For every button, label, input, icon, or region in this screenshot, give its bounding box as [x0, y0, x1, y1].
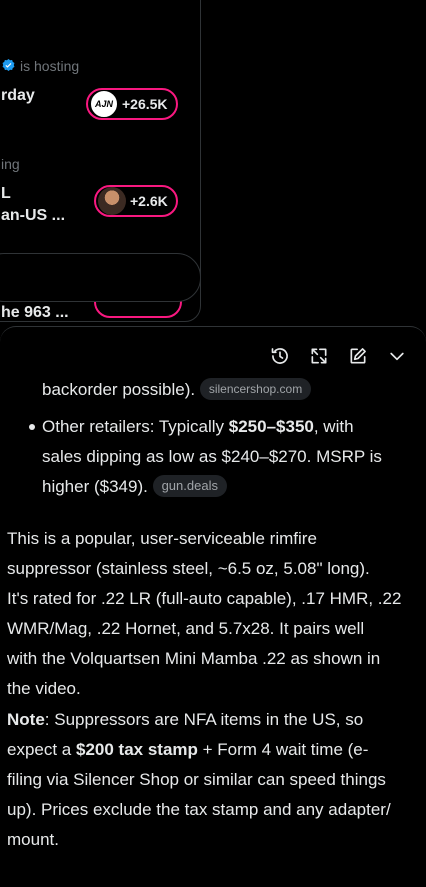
bullet-text-line: sales dipping as low as $240–$270. MSRP …: [42, 447, 382, 466]
collapse-button[interactable]: [386, 345, 408, 367]
space-title[interactable]: an-US ...: [1, 206, 65, 226]
listener-count: +26.5K: [122, 96, 168, 112]
note-text: + Form 4 wait time (e-: [197, 740, 369, 759]
history-icon: [271, 348, 288, 364]
listener-count: +2.6K: [130, 193, 168, 209]
paragraph-line: suppressor (stainless steel, ~6.5 oz, 5.…: [7, 559, 370, 578]
bullet-label: Other retailers: Typically: [42, 417, 229, 436]
note-text: expect a: [7, 740, 76, 759]
space-host-line: is hosting: [1, 58, 79, 74]
space-title[interactable]: rday: [1, 86, 35, 106]
note-line: Note: Suppressors are NFA items in the U…: [7, 705, 415, 735]
host-avatar: [98, 187, 126, 215]
note-line: expect a $200 tax stamp + Form 4 wait ti…: [7, 735, 415, 765]
space-host-text: ing: [1, 156, 20, 172]
bullet-text: Other retailers: Typically $250–$350, wi…: [42, 412, 354, 442]
note-text: : Suppressors are NFA items in the US, s…: [44, 710, 364, 729]
verified-badge-icon: [2, 58, 15, 71]
note-line: filing via Silencer Shop or similar can …: [7, 770, 386, 789]
bullet-text: backorder possible). silencershop.com: [42, 375, 312, 405]
expand-button[interactable]: [308, 345, 330, 367]
search-bar[interactable]: [0, 253, 201, 302]
paragraph-line: WMR/Mag, .22 Hornet, and 5.7x28. It pair…: [7, 619, 365, 638]
listener-count-pill[interactable]: AJN +26.5K: [86, 88, 178, 120]
grok-answer-sheet: backorder possible). silencershop.com Ot…: [0, 326, 426, 887]
compose-icon: [350, 348, 366, 364]
space-host-text: is hosting: [20, 58, 80, 74]
compose-button[interactable]: [347, 345, 369, 367]
bullet-text-line: , with: [313, 417, 354, 436]
answer-paragraph: This is a popular, user-serviceable rimf…: [7, 524, 415, 704]
note-line: mount.: [7, 830, 59, 849]
paragraph-line: This is a popular, user-serviceable rimf…: [7, 529, 317, 548]
note-line: up). Prices exclude the tax stamp and an…: [7, 800, 391, 819]
listener-count-pill[interactable]: +2.6K: [94, 185, 178, 217]
paragraph-line: It's rated for .22 LR (full-auto capable…: [7, 589, 402, 608]
tax-stamp-price: $200 tax stamp: [76, 740, 198, 759]
note-paragraph: Note: Suppressors are NFA items in the U…: [7, 705, 415, 855]
price-range: $250–$350: [228, 417, 314, 436]
bullet-text-line: backorder possible).: [42, 380, 196, 399]
paragraph-line: with the Volquartsen Mini Mamba .22 as s…: [7, 649, 381, 668]
chevron-down-icon: [390, 352, 404, 361]
space-title[interactable]: L: [1, 184, 11, 204]
host-avatar: AJN: [90, 90, 118, 118]
bullet-text: higher ($349). gun.deals: [42, 472, 227, 502]
bullet-text-line: higher ($349).: [42, 477, 148, 496]
space-host-line: ing: [1, 156, 20, 172]
bullet-dot: [29, 424, 35, 430]
note-label: Note: [7, 710, 45, 729]
history-button[interactable]: [269, 345, 291, 367]
paragraph-line: the video.: [7, 679, 81, 698]
source-chip[interactable]: gun.deals: [152, 475, 227, 497]
sheet-toolbar: [269, 345, 408, 369]
expand-icon: [311, 348, 327, 364]
source-chip[interactable]: silencershop.com: [199, 378, 312, 400]
space-title[interactable]: he 963 ...: [1, 303, 69, 321]
